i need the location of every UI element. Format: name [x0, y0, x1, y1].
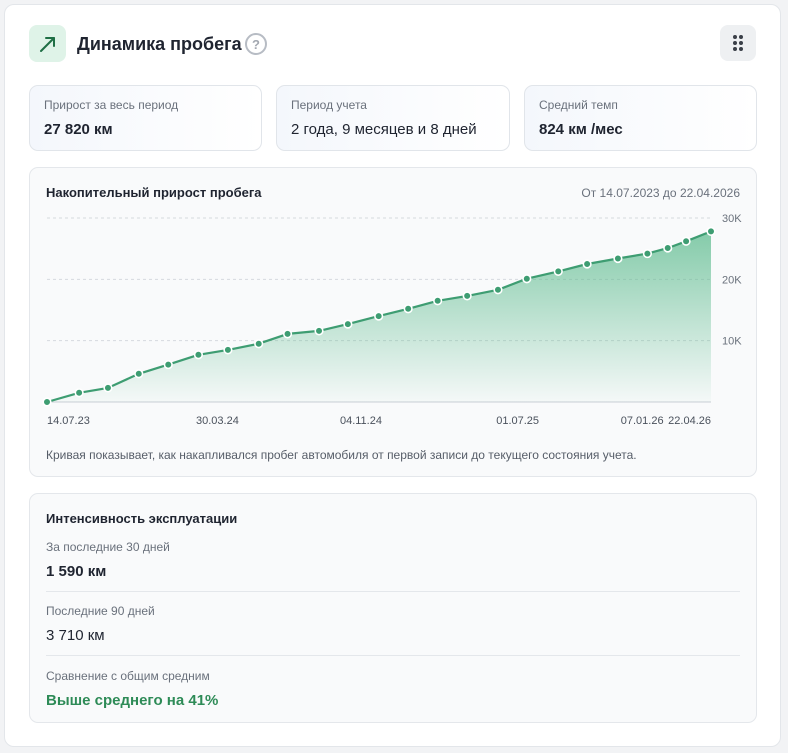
- stat-value: 824 км /мес: [539, 121, 623, 138]
- summary-stats: Прирост за весь период 27 820 км Период …: [29, 85, 757, 151]
- divider: [46, 655, 740, 656]
- drag-dots-icon: [733, 35, 743, 51]
- mileage-dynamics-card: Динамика пробега ? Прирост за весь перио…: [4, 4, 781, 747]
- cumulative-mileage-chart: 10K 20K 30K 14.07.23 30.03.24 04.11.24 01.07.2…: [42, 213, 742, 427]
- row-value: Выше среднего на 41%: [46, 692, 219, 709]
- x-tick-label: 22.04.26: [668, 415, 711, 427]
- data-point: [706, 226, 716, 236]
- stat-average-rate: Средний темп 824 км /мес: [524, 85, 757, 151]
- data-point: [42, 397, 52, 407]
- card-title: Динамика пробега: [77, 34, 242, 54]
- data-point: [343, 319, 353, 329]
- row-label: Последние 90 дней: [46, 604, 155, 618]
- data-point: [553, 266, 563, 276]
- trend-up-arrow-icon: [29, 25, 66, 62]
- help-glyph: ?: [252, 36, 260, 52]
- stat-label: Прирост за весь период: [44, 98, 179, 112]
- intensity-row-90-days: Последние 90 дней 3 710 км: [46, 604, 740, 644]
- stat-value: 2 года, 9 месяцев и 8 дней: [291, 121, 477, 138]
- x-tick-label: 30.03.24: [196, 415, 239, 427]
- stat-label: Период учета: [291, 98, 367, 112]
- cumulative-chart-panel: Накопительный прирост пробега От 14.07.2…: [29, 167, 757, 477]
- data-point: [663, 243, 673, 253]
- y-tick-label: 30K: [722, 213, 742, 225]
- data-point: [522, 274, 532, 284]
- intensity-title: Интенсивность эксплуатации: [46, 511, 238, 526]
- data-point: [134, 369, 144, 379]
- stat-value: 27 820 км: [44, 121, 113, 138]
- intensity-row-comparison: Сравнение с общим средним Выше среднего …: [46, 669, 740, 709]
- drag-dots-menu-button[interactable]: [720, 25, 756, 61]
- row-value: 1 590 км: [46, 563, 107, 580]
- x-tick-label: 14.07.23: [47, 415, 90, 427]
- stat-period: Период учета 2 года, 9 месяцев и 8 дней: [276, 85, 510, 151]
- row-value: 3 710 км: [46, 627, 105, 644]
- x-tick-label: 04.11.24: [340, 415, 382, 427]
- data-point: [403, 304, 413, 314]
- intensity-row-30-days: За последние 30 дней 1 590 км: [46, 540, 740, 580]
- data-point: [582, 259, 592, 269]
- data-point: [642, 248, 653, 259]
- row-label: За последние 30 дней: [46, 540, 170, 554]
- x-tick-label: 01.07.25: [496, 415, 539, 427]
- x-tick-label: 07.01.26: [621, 415, 664, 427]
- divider: [46, 591, 740, 592]
- data-point: [493, 285, 503, 295]
- data-point: [103, 383, 113, 393]
- data-point: [223, 345, 233, 355]
- usage-intensity-panel: Интенсивность эксплуатации За последние …: [29, 493, 757, 723]
- card-header: Динамика пробега ?: [29, 25, 756, 63]
- stat-label: Средний темп: [539, 98, 618, 112]
- data-point: [74, 388, 84, 398]
- y-tick-label: 20K: [722, 274, 742, 286]
- data-point: [433, 296, 443, 306]
- chart-date-range: От 14.07.2023 до 22.04.2026: [581, 186, 740, 200]
- data-point: [613, 253, 623, 264]
- chart-caption: Кривая показывает, как накапливался проб…: [46, 448, 637, 462]
- data-point: [193, 350, 204, 360]
- data-point: [254, 339, 264, 349]
- stat-total-growth: Прирост за весь период 27 820 км: [29, 85, 262, 151]
- chart-title: Накопительный прирост пробега: [46, 185, 262, 200]
- question-circle-icon[interactable]: ?: [245, 33, 267, 55]
- y-tick-label: 10K: [722, 336, 742, 348]
- data-point: [163, 359, 173, 370]
- data-point: [282, 329, 293, 339]
- data-point: [374, 311, 384, 321]
- data-point: [681, 236, 691, 246]
- data-point: [314, 326, 324, 336]
- data-point: [462, 291, 472, 301]
- row-label: Сравнение с общим средним: [46, 669, 210, 683]
